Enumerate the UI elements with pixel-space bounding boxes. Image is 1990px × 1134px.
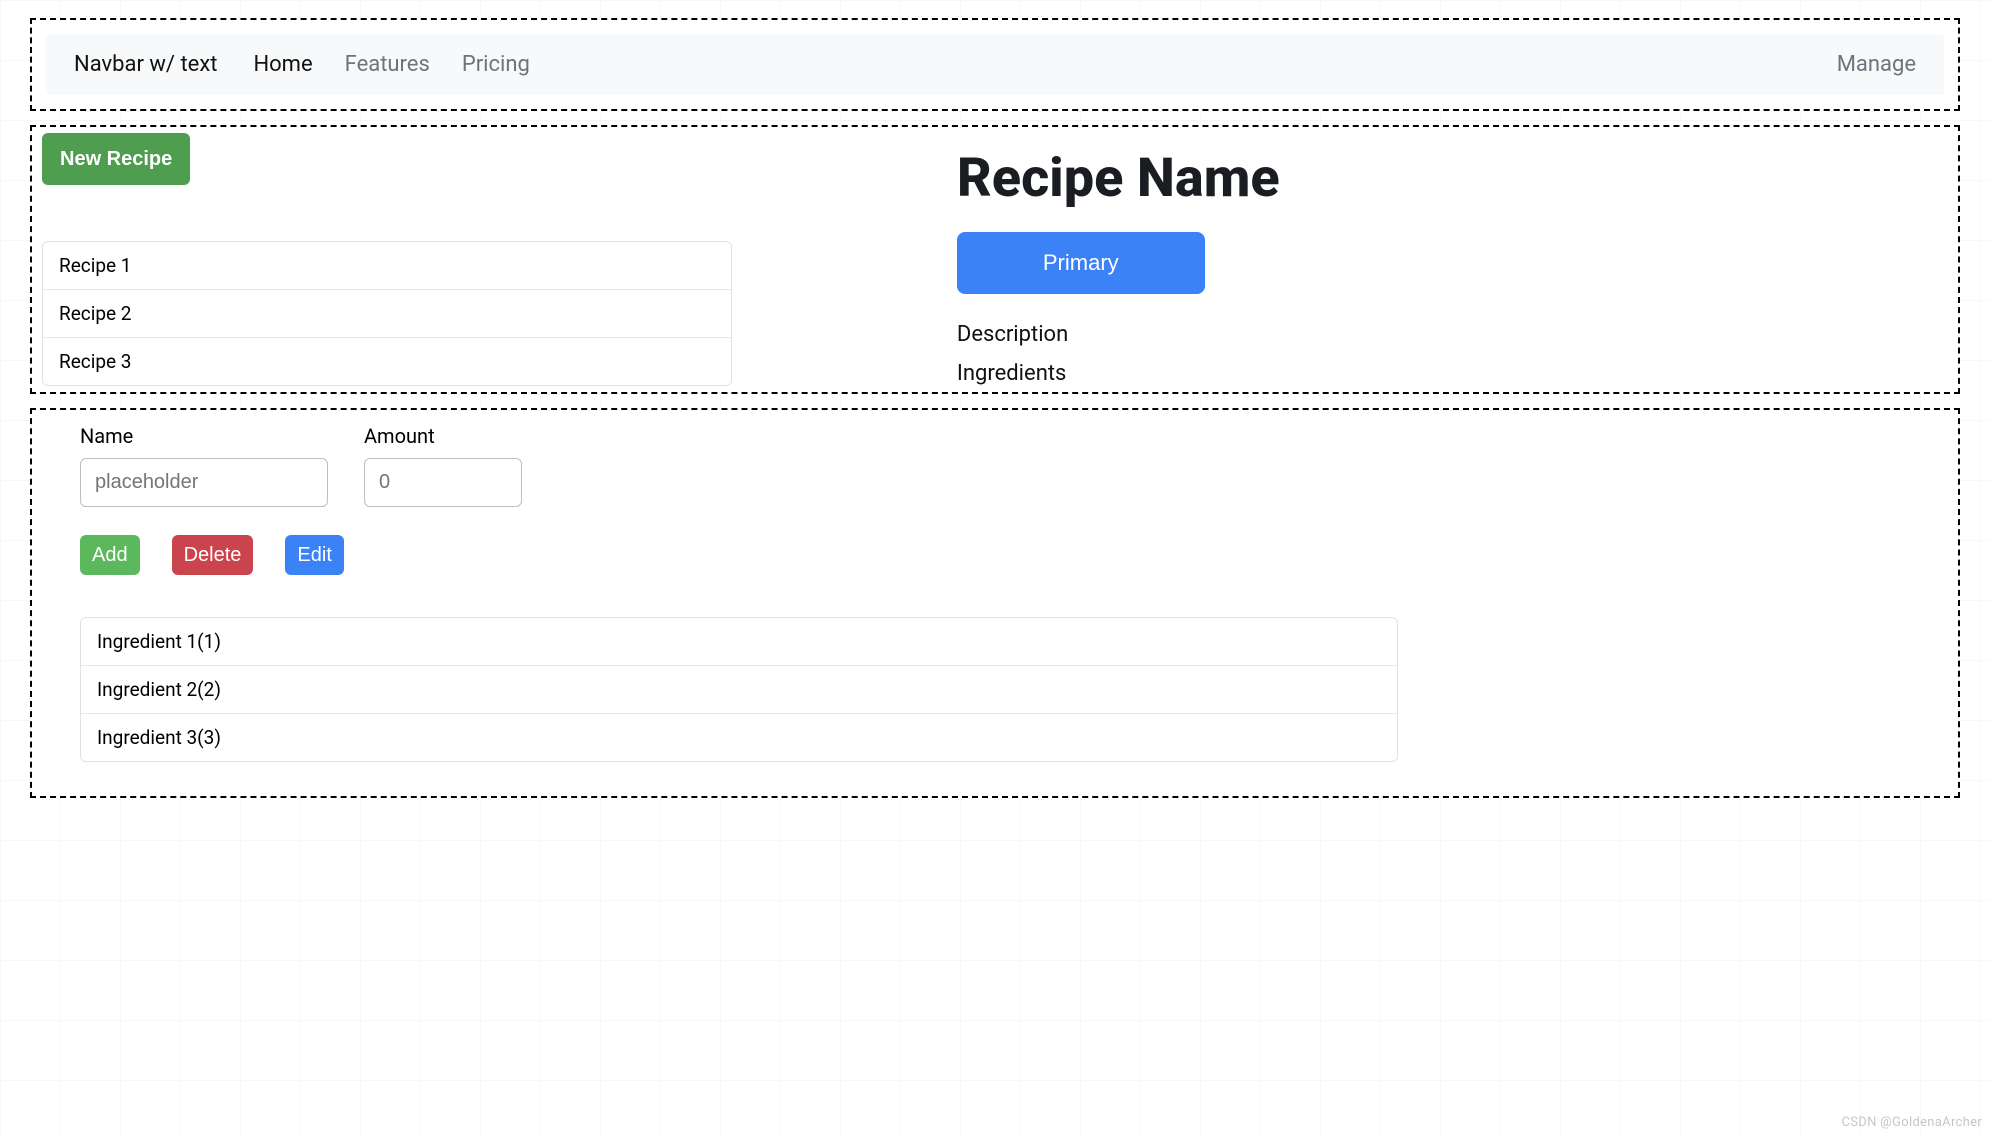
recipe-list: Recipe 1 Recipe 2 Recipe 3 [42,241,732,386]
nav-link-home[interactable]: Home [253,52,312,77]
recipe-title: Recipe Name [957,147,1948,210]
navbar: Navbar w/ text Home Features Pricing Man… [46,34,1944,95]
name-label: Name [80,424,328,448]
navbar-manage-text[interactable]: Manage [1837,52,1916,77]
ingredients-label: Ingredients [957,361,1948,386]
name-form-group: Name [80,424,328,507]
nav-link-pricing[interactable]: Pricing [462,52,530,77]
amount-input[interactable] [364,458,522,507]
edit-button[interactable]: Edit [285,535,343,575]
ingredient-list-item[interactable]: Ingredient 3(3) [81,714,1397,761]
ingredient-button-row: Add Delete Edit [80,535,1910,575]
navbar-brand: Navbar w/ text [74,52,217,77]
watermark-text: CSDN @GoldenaArcher [1841,1115,1982,1130]
primary-button[interactable]: Primary [957,232,1205,294]
amount-label: Amount [364,424,522,448]
recipe-list-item[interactable]: Recipe 1 [43,242,731,290]
new-recipe-button[interactable]: New Recipe [42,133,190,185]
recipe-list-column: New Recipe Recipe 1 Recipe 2 Recipe 3 [42,133,957,386]
delete-button[interactable]: Delete [172,535,254,575]
description-label: Description [957,322,1948,347]
recipe-list-item[interactable]: Recipe 2 [43,290,731,338]
amount-form-group: Amount [364,424,522,507]
ingredient-list: Ingredient 1(1) Ingredient 2(2) Ingredie… [80,617,1398,762]
recipe-detail-column: Recipe Name Primary Description Ingredie… [957,133,1948,386]
navbar-wireframe-panel: Navbar w/ text Home Features Pricing Man… [30,18,1960,111]
ingredient-wireframe-panel: Name Amount Add Delete Edit Ingredient 1… [30,408,1960,798]
recipe-list-item[interactable]: Recipe 3 [43,338,731,385]
ingredient-list-item[interactable]: Ingredient 2(2) [81,666,1397,714]
add-button[interactable]: Add [80,535,140,575]
ingredient-form-row: Name Amount [80,424,1910,507]
nav-link-features[interactable]: Features [345,52,430,77]
name-input[interactable] [80,458,328,507]
recipe-wireframe-panel: New Recipe Recipe 1 Recipe 2 Recipe 3 Re… [30,125,1960,394]
ingredient-list-item[interactable]: Ingredient 1(1) [81,618,1397,666]
